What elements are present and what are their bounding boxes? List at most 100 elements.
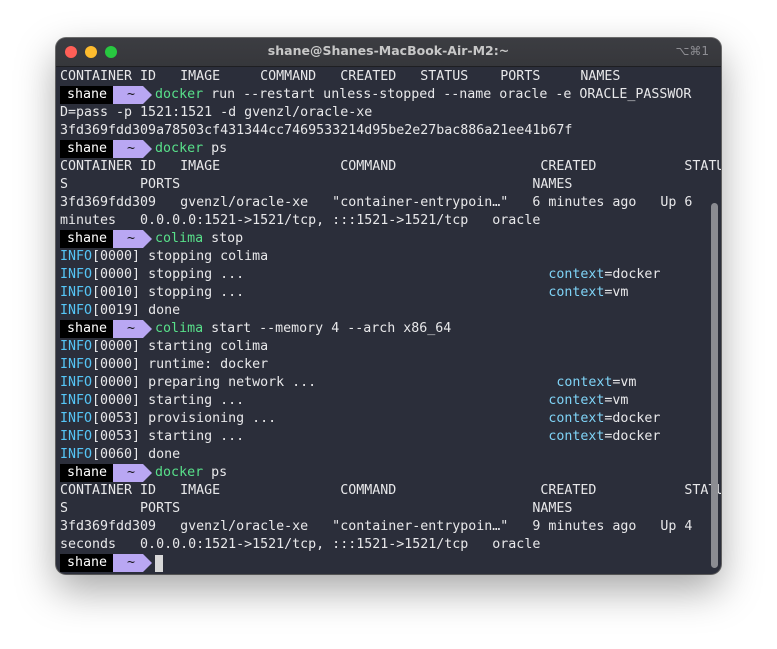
output-line: INFO[0000] stopping colima [60, 248, 709, 266]
log-context-value: =vm [612, 375, 637, 390]
output-line: CONTAINER ID IMAGE COMMAND CREATED STATU [60, 482, 721, 500]
log-level-tag: INFO [60, 375, 93, 390]
output-line: CONTAINER ID IMAGE COMMAND CREATED STATU [60, 158, 721, 176]
log-context-value: =vm [604, 285, 629, 300]
output-line: S PORTS NAMES [60, 176, 709, 194]
prompt-user-segment: shane [60, 554, 123, 572]
prompt-line: shane ~ docker ps [60, 140, 709, 158]
output-text: CONTAINER ID IMAGE COMMAND CREATED STATU [60, 159, 721, 174]
output-line: 3fd369fdd309 gvenzl/oracle-xe "container… [60, 194, 709, 212]
prompt-directory-segment: ~ [113, 140, 153, 158]
command-name: docker [155, 87, 204, 102]
log-level-tag: INFO [60, 303, 93, 318]
log-context-value: =vm [604, 393, 629, 408]
log-message: [0060] done [92, 447, 181, 462]
output-text: seconds 0.0.0.0:1521->1521/tcp, :::1521-… [60, 537, 541, 552]
command-args: start --memory 4 --arch x86_64 [211, 321, 452, 336]
output-line: INFO[0000] stopping ... context=docker [60, 266, 709, 284]
log-message: [0000] starting colima [92, 339, 269, 354]
output-text: CONTAINER ID IMAGE COMMAND CREATED STATU… [60, 69, 621, 84]
log-context-value: =docker [604, 429, 661, 444]
output-line: INFO[0000] starting colima [60, 338, 709, 356]
output-text: 3fd369fdd309a78503cf431344cc7469533214d9… [60, 123, 573, 138]
output-line: INFO[0000] starting ... context=vm [60, 392, 709, 410]
log-level-tag: INFO [60, 411, 93, 426]
prompt-line: shane ~ colima stop [60, 230, 709, 248]
log-level-tag: INFO [60, 285, 93, 300]
command-args: ps [211, 465, 228, 480]
prompt-user-segment: shane [60, 86, 123, 104]
log-message: [0019] done [92, 303, 181, 318]
command-args: stop [211, 231, 244, 246]
prompt-line: shane ~ colima start --memory 4 --arch x86… [60, 320, 709, 338]
output-line: CONTAINER ID IMAGE COMMAND CREATED STATU… [60, 68, 709, 86]
log-level-tag: INFO [60, 393, 93, 408]
log-message: [0000] starting ... [92, 393, 549, 408]
prompt-line: shane ~ [60, 554, 709, 572]
prompt-line: shane ~ docker run --restart unless-stoppe… [60, 86, 709, 104]
output-text: S PORTS NAMES [60, 177, 573, 192]
output-text: minutes 0.0.0.0:1521->1521/tcp, :::1521-… [60, 213, 541, 228]
output-line: 3fd369fdd309a78503cf431344cc7469533214d9… [60, 122, 709, 140]
output-text: 3fd369fdd309 gvenzl/oracle-xe "container… [60, 195, 693, 210]
log-message: [0053] starting ... [92, 429, 549, 444]
prompt-user-segment: shane [60, 140, 123, 158]
terminal-window: shane@Shanes-MacBook-Air-M2:~ ⌥⌘1 CONTAI… [56, 38, 721, 574]
window-title: shane@Shanes-MacBook-Air-M2:~ [267, 43, 510, 58]
output-line: INFO[0060] done [60, 446, 709, 464]
log-level-tag: INFO [60, 249, 93, 264]
command-name: colima [155, 231, 204, 246]
log-level-tag: INFO [60, 357, 93, 372]
log-context-key: context [548, 393, 605, 408]
log-message: [0010] stopping ... [92, 285, 549, 300]
scrollbar[interactable] [711, 203, 718, 568]
output-line: S PORTS NAMES [60, 500, 709, 518]
output-line: INFO[0019] done [60, 302, 709, 320]
prompt-user-segment: shane [60, 320, 123, 338]
log-message: [0000] stopping colima [92, 249, 269, 264]
prompt-directory-segment: ~ [113, 320, 153, 338]
output-line: INFO[0053] provisioning ... context=dock… [60, 410, 709, 428]
output-text: S PORTS NAMES [60, 501, 573, 516]
text-cursor [155, 555, 164, 572]
log-message: [0000] preparing network ... [92, 375, 557, 390]
log-level-tag: INFO [60, 429, 93, 444]
window-shortcut: ⌥⌘1 [675, 44, 709, 58]
log-context-key: context [548, 285, 605, 300]
log-level-tag: INFO [60, 267, 93, 282]
output-text: CONTAINER ID IMAGE COMMAND CREATED STATU [60, 483, 721, 498]
output-line: INFO[0053] starting ... context=docker [60, 428, 709, 446]
prompt-line: shane ~ docker ps [60, 464, 709, 482]
output-line: D=pass -p 1521:1521 -d gvenzl/oracle-xe [60, 104, 709, 122]
output-line: INFO[0010] stopping ... context=vm [60, 284, 709, 302]
title-bar: shane@Shanes-MacBook-Air-M2:~ ⌥⌘1 [56, 38, 721, 67]
command-name: docker [155, 141, 204, 156]
prompt-directory-segment: ~ [113, 86, 153, 104]
log-context-key: context [548, 429, 605, 444]
log-level-tag: INFO [60, 447, 93, 462]
log-context-key: context [548, 267, 605, 282]
log-context-value: =docker [604, 267, 661, 282]
log-message: [0000] stopping ... [92, 267, 549, 282]
command-name: colima [155, 321, 204, 336]
prompt-directory-segment: ~ [113, 554, 153, 572]
log-context-key: context [556, 375, 613, 390]
log-message: [0000] runtime: docker [92, 357, 269, 372]
output-line: 3fd369fdd309 gvenzl/oracle-xe "container… [60, 518, 709, 536]
output-line: minutes 0.0.0.0:1521->1521/tcp, :::1521-… [60, 212, 709, 230]
log-context-value: =docker [604, 411, 661, 426]
output-text: D=pass -p 1521:1521 -d gvenzl/oracle-xe [60, 105, 373, 120]
prompt-user-segment: shane [60, 464, 123, 482]
log-message: [0053] provisioning ... [92, 411, 549, 426]
prompt-directory-segment: ~ [113, 230, 153, 248]
output-text: 3fd369fdd309 gvenzl/oracle-xe "container… [60, 519, 693, 534]
terminal-output[interactable]: CONTAINER ID IMAGE COMMAND CREATED STATU… [60, 68, 721, 572]
command-args: run --restart unless-stopped --name orac… [211, 87, 692, 102]
log-level-tag: INFO [60, 339, 93, 354]
log-context-key: context [548, 411, 605, 426]
command-args: ps [211, 141, 228, 156]
command-name: docker [155, 465, 204, 480]
prompt-directory-segment: ~ [113, 464, 153, 482]
output-line: INFO[0000] runtime: docker [60, 356, 709, 374]
prompt-user-segment: shane [60, 230, 123, 248]
